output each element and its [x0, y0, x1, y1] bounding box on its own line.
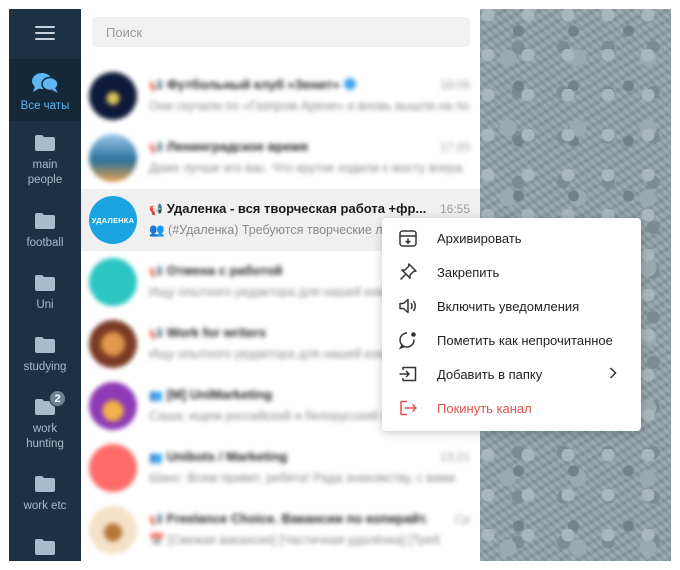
folder-label: studying [23, 361, 67, 373]
folder-all-chats[interactable]: Все чаты [9, 59, 81, 121]
menu-add-to-folder[interactable]: Добавить в папку [382, 357, 641, 391]
chat-row[interactable]: 📢 Ленинградское время 17:20 Даже лучше ег… [81, 127, 480, 189]
folder-label: work etc [23, 500, 67, 512]
chat-row[interactable]: 📢 Freelance Choice. Вакансии по копирайт.… [81, 499, 480, 561]
chats-bubble-icon [31, 72, 59, 94]
folder-label: main people [27, 159, 63, 186]
avatar [89, 72, 137, 120]
avatar-text: УДАЛЕНКА [91, 215, 135, 225]
folder-work-etc[interactable]: work etc [9, 475, 81, 514]
context-menu: Архивировать Закрепить Включить уведомле… [382, 218, 641, 431]
menu-unmute[interactable]: Включить уведомления [382, 289, 641, 323]
pin-icon [397, 261, 419, 283]
unread-badge: 2 [49, 390, 66, 407]
avatar [89, 382, 137, 430]
folder-work-hunting[interactable]: 2 work hunting [9, 390, 81, 452]
folder-sidebar: Все чаты main people football Uni studyi… [9, 9, 81, 561]
chat-title: Work for writers [166, 325, 267, 340]
chat-time: 16:55 [439, 202, 470, 216]
folder-uni[interactable]: Uni [9, 274, 81, 313]
chat-title: Unibots / Marketing [166, 449, 288, 464]
chat-time: 13:21 [439, 450, 470, 464]
chevron-right-icon [609, 367, 617, 382]
channel-icon: 📢 [149, 266, 163, 278]
chat-time: 18:05 [439, 78, 470, 92]
folder-icon [34, 212, 56, 230]
avatar [89, 258, 137, 306]
chat-time: Ср [454, 512, 470, 526]
group-icon: 👥 [149, 390, 163, 402]
folder-icon [34, 538, 56, 556]
folder-main-people[interactable]: main people [9, 134, 81, 188]
menu-label: Архивировать [437, 230, 522, 246]
avatar: УДАЛЕНКА [89, 196, 137, 244]
folder-icon: 2 [34, 390, 66, 416]
chat-preview: 📅 [Свежая вакансия] [Частичная удалёнка]… [149, 533, 440, 547]
chat-title: Удаленка - вся творческая работа +фр... [166, 201, 427, 216]
channel-icon: 📢 [149, 80, 163, 92]
folder-label: Все чаты [20, 100, 70, 112]
channel-icon: 📢 [149, 204, 163, 216]
folder-football[interactable]: football [9, 212, 81, 251]
chat-title: [M] UniMarketing [166, 387, 273, 402]
channel-icon: 📢 [149, 142, 163, 154]
folder-label: Uni [36, 299, 54, 311]
folder-icon [34, 274, 56, 292]
chat-preview: Шанс: Всем привет, ребята! Рада знакомст… [149, 471, 456, 485]
avatar [89, 320, 137, 368]
hamburger-icon [35, 26, 55, 40]
menu-label: Включить уведомления [437, 298, 580, 314]
chat-title: Футбольный клуб «Зенит» [166, 77, 340, 92]
menu-label: Покинуть канал [437, 400, 532, 416]
speaker-icon [397, 295, 419, 317]
search-input[interactable] [92, 17, 470, 47]
avatar [89, 506, 137, 554]
archive-icon [397, 227, 419, 249]
leave-icon [397, 397, 419, 419]
unread-bubble-icon [397, 329, 419, 351]
chat-title: Отмена с работой [166, 263, 283, 278]
chat-title: Freelance Choice. Вакансии по копирайт..… [166, 511, 429, 526]
chat-row[interactable]: 📢 Футбольный клуб «Зенит» 18:05 Они скуча… [81, 65, 480, 127]
folder-label: football [26, 237, 64, 249]
menu-label: Закрепить [437, 264, 500, 280]
avatar [89, 134, 137, 182]
chat-row[interactable]: 👥 Unibots / Marketing 13:21 Шанс: Всем пр… [81, 437, 480, 499]
channel-icon: 📢 [149, 328, 163, 340]
folder-icon [34, 475, 56, 493]
add-to-folder-icon [397, 363, 419, 385]
chat-time: 17:20 [439, 140, 470, 154]
chat-preview: Даже лучше его вас. Что крутое ходили к … [149, 161, 463, 175]
menu-pin[interactable]: Закрепить [382, 255, 641, 289]
folder-icon [34, 134, 56, 152]
menu-archive[interactable]: Архивировать [382, 221, 641, 255]
folder-more[interactable] [9, 538, 81, 561]
chat-preview: Они скучали по «Газпром Арене» и вновь в… [149, 99, 469, 113]
channel-icon: 📢 [149, 514, 163, 526]
telegram-window: Все чаты main people football Uni studyi… [9, 9, 671, 561]
folder-label: work hunting [26, 423, 64, 450]
chat-title: Ленинградское время [166, 139, 308, 154]
menu-label: Пометить как непрочитанное [437, 332, 613, 348]
menu-leave-channel[interactable]: Покинуть канал [382, 391, 641, 425]
menu-label: Добавить в папку [437, 366, 543, 382]
verified-icon [343, 78, 356, 90]
menu-mark-unread[interactable]: Пометить как непрочитанное [382, 323, 641, 357]
avatar [89, 444, 137, 492]
group-icon: 👥 [149, 452, 163, 464]
folder-icon [34, 336, 56, 354]
folder-studying[interactable]: studying [9, 336, 81, 375]
menu-button[interactable] [9, 9, 81, 57]
